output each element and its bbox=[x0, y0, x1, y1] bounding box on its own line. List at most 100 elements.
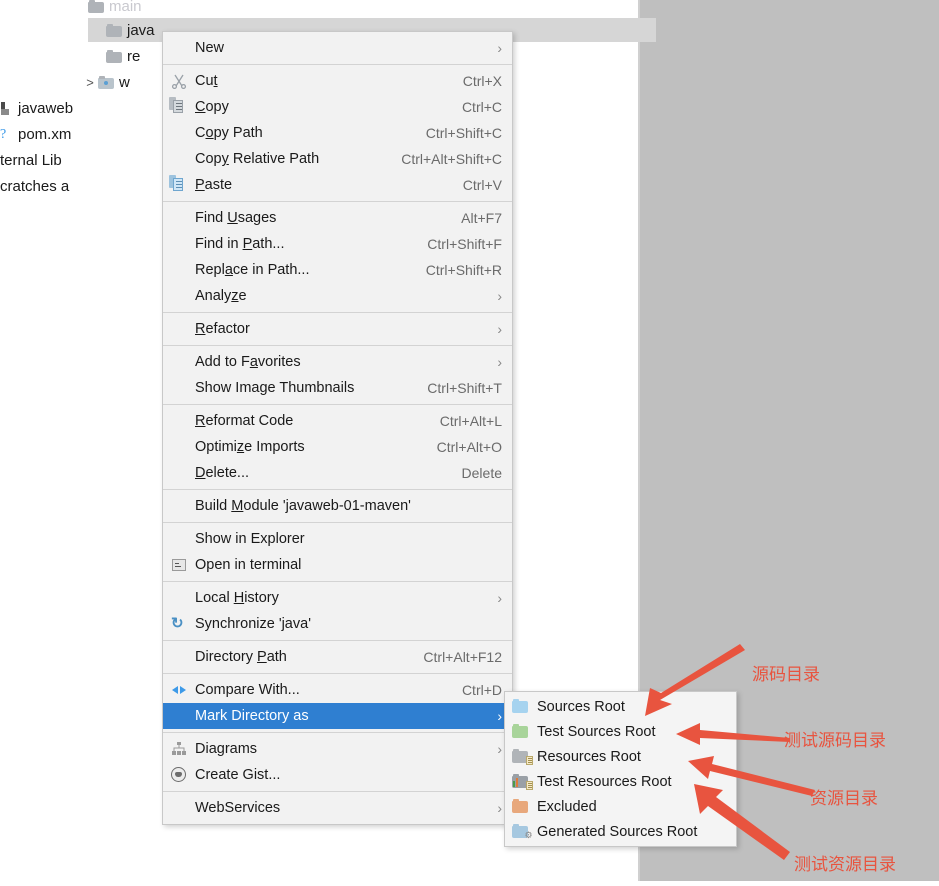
menu-item-refactor[interactable]: Refactor › bbox=[163, 316, 512, 342]
menu-item-shortcut: Alt+F7 bbox=[461, 210, 502, 226]
gist-icon bbox=[169, 765, 191, 785]
menu-item-label: Open in terminal bbox=[195, 557, 302, 573]
mark-directory-as-submenu[interactable]: Sources Root Test Sources Root Resources R… bbox=[504, 691, 737, 847]
menu-item-add-to-favorites[interactable]: Add to Favorites › bbox=[163, 349, 512, 375]
menu-item-create-gist[interactable]: Create Gist... bbox=[163, 762, 512, 788]
menu-item-build-module-javaweb-01-maven[interactable]: Build Module 'javaweb-01-maven' bbox=[163, 493, 512, 519]
submenu-item-generated-sources-root[interactable]: ⚙ Generated Sources Root bbox=[505, 819, 736, 844]
menu-item-label: Copy Path bbox=[195, 125, 263, 141]
menu-item-delete[interactable]: Delete... Delete bbox=[163, 460, 512, 486]
submenu-item-excluded[interactable]: Excluded bbox=[505, 794, 736, 819]
menu-icon-placeholder bbox=[169, 529, 191, 549]
menu-item-local-history[interactable]: Local History › bbox=[163, 585, 512, 611]
menu-icon-placeholder bbox=[169, 798, 191, 818]
tree-item[interactable]: ? pom.xm bbox=[0, 122, 71, 146]
xml-file-icon: ? bbox=[0, 126, 7, 142]
menu-icon-placeholder bbox=[169, 286, 191, 306]
folder-icon bbox=[106, 23, 122, 37]
menu-separator bbox=[163, 404, 512, 405]
submenu-item-sources-root[interactable]: Sources Root bbox=[505, 694, 736, 719]
menu-icon-placeholder bbox=[169, 588, 191, 608]
menu-item-copy-relative-path[interactable]: Copy Relative Path Ctrl+Alt+Shift+C bbox=[163, 146, 512, 172]
menu-item-shortcut: Ctrl+Shift+T bbox=[427, 380, 502, 396]
menu-item-mark-directory-as[interactable]: Mark Directory as › bbox=[163, 703, 512, 729]
chevron-right-icon[interactable]: › bbox=[480, 40, 502, 56]
chevron-right-icon[interactable]: › bbox=[480, 800, 502, 816]
menu-item-copy-path[interactable]: Copy Path Ctrl+Shift+C bbox=[163, 120, 512, 146]
chevron-right-icon[interactable]: › bbox=[480, 288, 502, 304]
menu-icon-placeholder bbox=[169, 149, 191, 169]
chevron-right-icon[interactable]: › bbox=[480, 354, 502, 370]
tree-item[interactable]: cratches a bbox=[0, 174, 69, 198]
tree-item[interactable]: > w bbox=[0, 70, 130, 94]
directory-context-menu[interactable]: New › Cut Ctrl+X Copy Ctrl+C Copy Path Ctrl+Shi… bbox=[162, 31, 513, 825]
menu-item-shortcut: Ctrl+Alt+O bbox=[436, 439, 502, 455]
menu-item-cut[interactable]: Cut Ctrl+X bbox=[163, 68, 512, 94]
menu-item-label: Mark Directory as bbox=[195, 708, 309, 724]
folder-icon bbox=[106, 49, 122, 63]
menu-item-label: Diagrams bbox=[195, 741, 258, 757]
tree-item-label: cratches a bbox=[0, 177, 70, 195]
compare-icon bbox=[169, 680, 191, 700]
menu-item-label: Synchronize 'java' bbox=[195, 616, 311, 632]
sources-root-icon bbox=[511, 698, 533, 715]
menu-item-label: Local History bbox=[195, 590, 279, 606]
menu-item-show-in-explorer[interactable]: Show in Explorer bbox=[163, 526, 512, 552]
tree-item[interactable]: javaweb bbox=[0, 96, 73, 120]
menu-item-new[interactable]: New › bbox=[163, 35, 512, 61]
menu-icon-placeholder bbox=[169, 260, 191, 280]
menu-icon-placeholder bbox=[169, 706, 191, 726]
menu-item-shortcut: Ctrl+Shift+R bbox=[425, 262, 502, 278]
menu-separator bbox=[163, 791, 512, 792]
menu-item-label: Optimize Imports bbox=[195, 439, 305, 455]
submenu-item-resources-root[interactable]: Resources Root bbox=[505, 744, 736, 769]
resources-root-icon bbox=[511, 748, 533, 765]
menu-item-find-usages[interactable]: Find Usages Alt+F7 bbox=[163, 205, 512, 231]
menu-item-analyze[interactable]: Analyze › bbox=[163, 283, 512, 309]
menu-separator bbox=[163, 489, 512, 490]
chevron-right-icon[interactable]: > bbox=[82, 75, 98, 90]
menu-separator bbox=[163, 312, 512, 313]
menu-item-synchronize-java[interactable]: ↻ Synchronize 'java' bbox=[163, 611, 512, 637]
menu-item-webservices[interactable]: WebServices › bbox=[163, 795, 512, 821]
chevron-right-icon[interactable]: › bbox=[480, 590, 502, 606]
menu-item-label: WebServices bbox=[195, 800, 281, 816]
paste-icon bbox=[169, 175, 191, 195]
menu-item-shortcut: Ctrl+X bbox=[462, 73, 502, 89]
menu-item-label: New bbox=[195, 40, 225, 56]
menu-item-label: Find Usages bbox=[195, 210, 277, 226]
chevron-right-icon[interactable]: › bbox=[480, 708, 502, 724]
menu-item-optimize-imports[interactable]: Optimize Imports Ctrl+Alt+O bbox=[163, 434, 512, 460]
folder-icon-web bbox=[98, 75, 114, 89]
submenu-item-label: Excluded bbox=[537, 798, 597, 815]
menu-item-directory-path[interactable]: Directory Path Ctrl+Alt+F12 bbox=[163, 644, 512, 670]
tree-item-label: main bbox=[109, 0, 142, 15]
tree-item[interactable]: re bbox=[0, 44, 140, 68]
menu-item-shortcut: Ctrl+V bbox=[462, 177, 502, 193]
menu-item-shortcut: Ctrl+Alt+Shift+C bbox=[401, 151, 502, 167]
menu-item-open-in-terminal[interactable]: Open in terminal bbox=[163, 552, 512, 578]
menu-item-compare-with[interactable]: Compare With... Ctrl+D bbox=[163, 677, 512, 703]
menu-item-paste[interactable]: Paste Ctrl+V bbox=[163, 172, 512, 198]
menu-item-show-image-thumbnails[interactable]: Show Image Thumbnails Ctrl+Shift+T bbox=[163, 375, 512, 401]
menu-item-label: Refactor bbox=[195, 321, 250, 337]
menu-item-find-in-path[interactable]: Find in Path... Ctrl+Shift+F bbox=[163, 231, 512, 257]
menu-item-label: Replace in Path... bbox=[195, 262, 310, 278]
menu-item-label: Cut bbox=[195, 73, 218, 89]
tree-item[interactable]: main bbox=[0, 0, 142, 18]
chevron-right-icon[interactable]: › bbox=[480, 321, 502, 337]
menu-item-label: Directory Path bbox=[195, 649, 287, 665]
menu-item-label: Find in Path... bbox=[195, 236, 285, 252]
menu-icon-placeholder bbox=[169, 38, 191, 58]
submenu-item-test-sources-root[interactable]: Test Sources Root bbox=[505, 719, 736, 744]
menu-separator bbox=[163, 640, 512, 641]
tree-item-label: java bbox=[127, 21, 155, 39]
chevron-right-icon[interactable]: › bbox=[480, 741, 502, 757]
submenu-item-test-resources-root[interactable]: Test Resources Root bbox=[505, 769, 736, 794]
tree-item[interactable]: ternal Lib bbox=[0, 148, 62, 172]
menu-item-replace-in-path[interactable]: Replace in Path... Ctrl+Shift+R bbox=[163, 257, 512, 283]
menu-item-reformat-code[interactable]: Reformat Code Ctrl+Alt+L bbox=[163, 408, 512, 434]
menu-item-copy[interactable]: Copy Ctrl+C bbox=[163, 94, 512, 120]
menu-item-shortcut: Ctrl+D bbox=[461, 682, 502, 698]
menu-item-diagrams[interactable]: Diagrams › bbox=[163, 736, 512, 762]
